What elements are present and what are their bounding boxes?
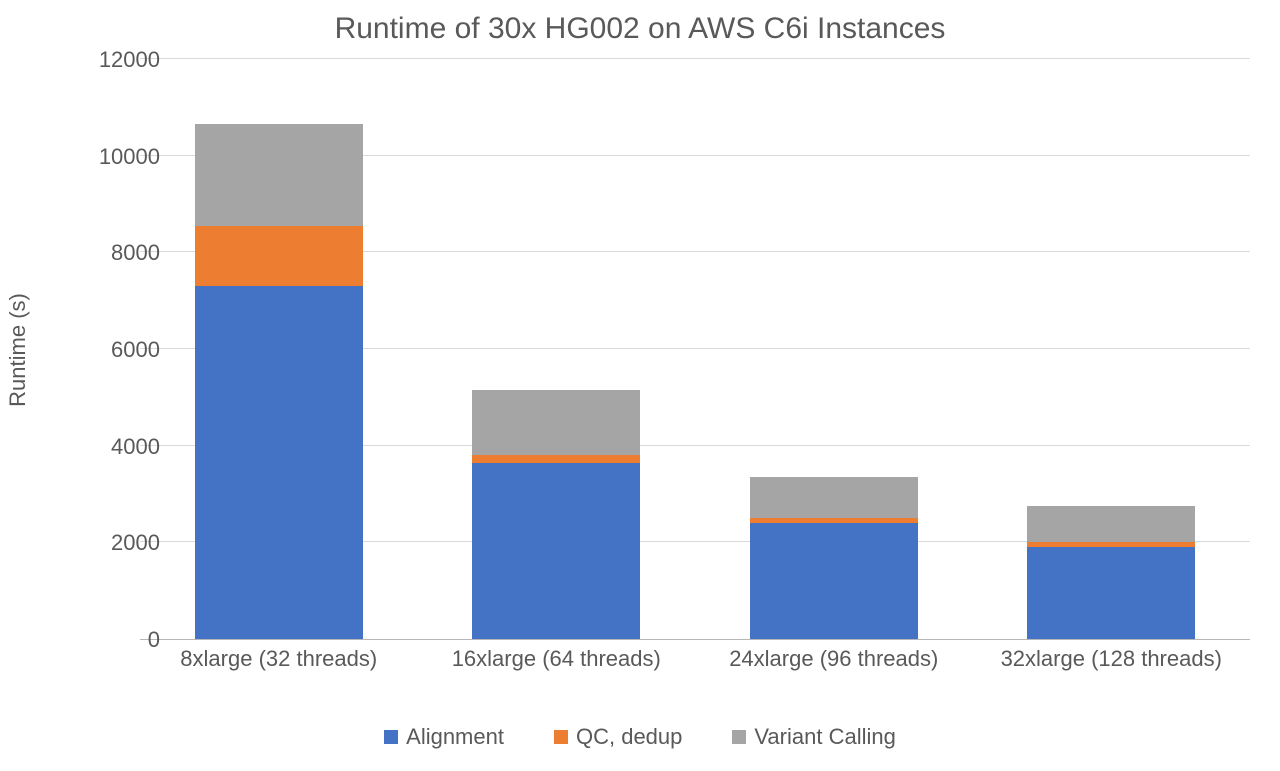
x-category-label: 8xlarge (32 threads): [144, 645, 414, 673]
bar: [195, 124, 363, 639]
y-tick-label: 12000: [80, 47, 160, 73]
plot-area: [140, 60, 1250, 640]
y-axis-label: Runtime (s): [5, 293, 31, 407]
bar-segment-variant-calling: [195, 124, 363, 226]
x-category-label: 16xlarge (64 threads): [421, 645, 691, 673]
bar-segment-qc-dedup: [472, 455, 640, 462]
legend-label: QC, dedup: [576, 724, 682, 750]
y-tick-label: 6000: [80, 337, 160, 363]
legend-item: Alignment: [384, 724, 504, 750]
legend-swatch: [732, 730, 746, 744]
bar-segment-alignment: [472, 463, 640, 639]
bar-segment-alignment: [195, 286, 363, 639]
y-tick-label: 10000: [80, 144, 160, 170]
bar-segment-variant-calling: [472, 390, 640, 455]
legend-item: QC, dedup: [554, 724, 682, 750]
bar: [1027, 506, 1195, 639]
x-category-label: 32xlarge (128 threads): [976, 645, 1246, 673]
legend-swatch: [554, 730, 568, 744]
y-tick-label: 2000: [80, 530, 160, 556]
bar-segment-qc-dedup: [195, 226, 363, 286]
legend: Alignment QC, dedup Variant Calling: [0, 724, 1280, 750]
gridline: [140, 58, 1250, 59]
legend-label: Variant Calling: [754, 724, 895, 750]
bar: [472, 390, 640, 639]
bar: [750, 477, 918, 639]
y-tick-label: 4000: [80, 434, 160, 460]
legend-label: Alignment: [406, 724, 504, 750]
x-category-label: 24xlarge (96 threads): [699, 645, 969, 673]
bar-segment-variant-calling: [750, 477, 918, 518]
bar-segment-alignment: [750, 523, 918, 639]
bar-segment-variant-calling: [1027, 506, 1195, 542]
bar-segment-alignment: [1027, 547, 1195, 639]
chart-title: Runtime of 30x HG002 on AWS C6i Instance…: [0, 12, 1280, 46]
legend-swatch: [384, 730, 398, 744]
y-tick-label: 8000: [80, 240, 160, 266]
legend-item: Variant Calling: [732, 724, 895, 750]
runtime-chart: Runtime of 30x HG002 on AWS C6i Instance…: [0, 0, 1280, 771]
